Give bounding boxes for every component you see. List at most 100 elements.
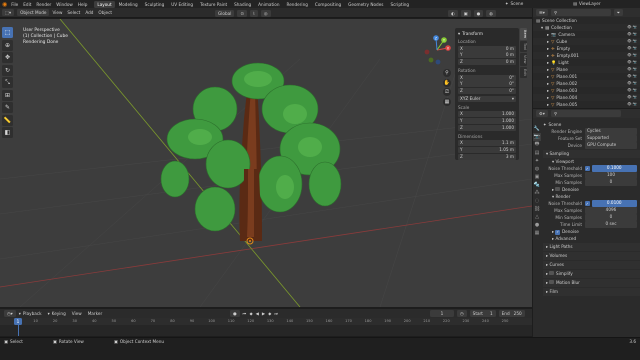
expand-chevron-icon[interactable]: ▸ <box>547 94 549 101</box>
workspace-tab-texture-paint[interactable]: Texture Paint <box>197 1 230 8</box>
outliner-editor-icon[interactable]: ☰▾ <box>536 9 548 16</box>
play-reverse-icon[interactable]: ◀ <box>256 311 259 316</box>
expand-chevron-icon[interactable]: ▸ <box>547 101 549 108</box>
time-limit-field[interactable]: 0 sec <box>585 221 637 228</box>
data-props-icon[interactable]: △ <box>533 213 541 221</box>
menu-keying[interactable]: Keying <box>52 311 66 316</box>
shading-solid-icon[interactable]: ● <box>473 9 484 17</box>
scale-y-field[interactable]: Y 1.000 <box>458 117 516 124</box>
scale-x-field[interactable]: X 1.000 <box>458 111 516 118</box>
tab-edit[interactable]: Edit <box>520 66 527 78</box>
menu-window[interactable]: Window <box>56 2 73 7</box>
navigation-gizmo[interactable]: X Y Z <box>422 35 452 65</box>
viewport-noise-threshold-field[interactable]: 0.1000 <box>591 165 637 172</box>
rotation-y-field[interactable]: Y 0° <box>458 81 516 88</box>
proportional-edit-icon[interactable]: ◎ <box>260 9 271 17</box>
play-icon[interactable]: ▶ <box>262 311 265 316</box>
light-paths-panel[interactable]: ▸ Light Paths <box>543 243 640 251</box>
3d-viewport[interactable]: User Perspective (1) Collection | Cube R… <box>0 19 532 307</box>
snap-icon[interactable]: ⌇ <box>249 9 258 17</box>
rotation-z-field[interactable]: Z 0° <box>458 88 516 95</box>
cursor-icon[interactable]: ⊕ <box>2 39 13 51</box>
simplify-panel[interactable]: ▸ Simplify <box>543 270 640 278</box>
workspace-tab-shading[interactable]: Shading <box>231 1 254 8</box>
workspace-tab-sculpting[interactable]: Sculpting <box>142 1 168 8</box>
blender-logo-icon[interactable]: ◉ <box>2 1 7 8</box>
menu-help[interactable]: Help <box>78 2 88 7</box>
render-max-samples-field[interactable]: 4096 <box>585 207 637 214</box>
orientation-dropdown[interactable]: Global <box>215 9 235 17</box>
location-y-field[interactable]: Y0 m <box>458 52 516 59</box>
outliner-item[interactable]: ▸ ▽ Plane.005 👁 📷 <box>533 101 640 108</box>
outliner-item[interactable]: ▸ ▽ Plane.003 👁 📷 <box>533 87 640 94</box>
outliner-root[interactable]: ▤ Scene Collection <box>533 17 640 24</box>
playhead[interactable]: 1 <box>14 318 22 325</box>
outliner-item[interactable]: ▾ ▤ Collection 👁 📷 <box>533 24 640 31</box>
workspace-tab-animation[interactable]: Animation <box>255 1 282 8</box>
expand-chevron-icon[interactable]: ▸ <box>547 87 549 94</box>
expand-chevron-icon[interactable]: ▸ <box>547 31 549 38</box>
scale-z-field[interactable]: Z 1.000 <box>458 124 516 131</box>
visibility-toggle-icon[interactable]: 👁 📷 <box>627 101 637 108</box>
overlays-icon[interactable]: ◐ <box>448 9 458 17</box>
menu-edit[interactable]: Edit <box>23 2 31 7</box>
visibility-toggle-icon[interactable]: 👁 📷 <box>627 45 637 52</box>
advanced-subpanel[interactable]: ▸ Advanced <box>543 235 640 242</box>
outliner-item[interactable]: ▸ ▽ Plane.001 👁 📷 <box>533 73 640 80</box>
tab-view[interactable]: View <box>520 53 527 66</box>
shading-material-icon[interactable]: ◍ <box>486 9 496 17</box>
outliner-item[interactable]: ▸ 📷 Camera 👁 📷 <box>533 31 640 38</box>
transform-icon[interactable]: ⊞ <box>2 89 13 101</box>
outliner-item[interactable]: ▸ ▽ Cube 👁 📷 <box>533 38 640 45</box>
outliner-item[interactable]: ▸ ▽ Plane 👁 📷 <box>533 66 640 73</box>
workspace-tab-layout[interactable]: Layout <box>94 0 115 8</box>
workspace-tab-modeling[interactable]: Modeling <box>116 1 141 8</box>
mode-dropdown[interactable]: Object Mode <box>17 9 50 16</box>
location-z-field[interactable]: Z0 m <box>458 59 516 66</box>
rotation-x-field[interactable]: X 0° <box>458 74 516 81</box>
pan-hand-icon[interactable]: ✋ <box>443 78 451 87</box>
viewport-subpanel-header[interactable]: ▾ Viewport <box>543 158 640 165</box>
object-props-icon[interactable]: ▣ <box>533 173 541 181</box>
visibility-toggle-icon[interactable]: 👁 📷 <box>627 52 637 59</box>
timeline-editor-icon[interactable]: ◷▾ <box>4 310 16 317</box>
sampling-panel-header[interactable]: ▾ Sampling <box>543 150 640 158</box>
tool-props-icon[interactable]: 🔧 <box>533 125 541 133</box>
constraints-props-icon[interactable]: ⛓ <box>533 205 541 213</box>
add-cube-icon[interactable]: ◧ <box>2 127 13 138</box>
viewport-denoise-subpanel[interactable]: ▸ Denoise <box>543 186 640 193</box>
scale-icon[interactable]: ⤡ <box>2 77 13 88</box>
prev-key-icon[interactable]: ◆ <box>249 311 252 316</box>
expand-chevron-icon[interactable]: ▸ <box>547 52 549 59</box>
tab-tool[interactable]: Tool <box>520 41 527 53</box>
outliner-item[interactable]: ▸ ▽ Plane.002 👁 📷 <box>533 80 640 87</box>
view-layer-selector[interactable]: ▤ ViewLayer <box>573 1 606 6</box>
timeline-track[interactable]: 1102030405060708090100110120130140150160… <box>0 318 532 336</box>
visibility-toggle-icon[interactable]: 👁 📷 <box>627 87 637 94</box>
dimensions-z-field[interactable]: Z3 m <box>458 153 516 160</box>
outliner-search-icon[interactable]: ⚲ <box>550 9 611 16</box>
select-box-icon[interactable]: ⬚ <box>2 27 13 38</box>
expand-chevron-icon[interactable]: ▾ <box>541 24 543 31</box>
modifier-props-icon[interactable]: 🔩 <box>533 181 541 189</box>
outliner-item[interactable]: ▸ ✛ Empty.001 👁 📷 <box>533 52 640 59</box>
jump-end-icon[interactable]: ⏭ <box>274 311 278 316</box>
visibility-toggle-icon[interactable]: 👁 📷 <box>627 38 637 45</box>
menu-add[interactable]: Add <box>85 10 93 15</box>
properties-search-input[interactable]: ⚲ <box>550 110 621 117</box>
xray-icon[interactable]: ▣ <box>460 9 471 17</box>
menu-select[interactable]: Select <box>67 10 80 15</box>
viewport-noise-threshold-checkbox[interactable]: ✓ <box>585 166 590 171</box>
end-frame-field[interactable]: End 250 <box>498 310 525 317</box>
move-icon[interactable]: ✥ <box>2 52 13 63</box>
visibility-toggle-icon[interactable]: 👁 📷 <box>627 80 637 87</box>
location-x-field[interactable]: X0 m <box>458 45 516 52</box>
menu-view-timeline[interactable]: View <box>72 311 82 316</box>
expand-chevron-icon[interactable]: ▸ <box>547 73 549 80</box>
simplify-checkbox[interactable] <box>549 270 554 275</box>
properties-editor-icon[interactable]: ⚙▾ <box>536 110 548 117</box>
render-props-icon[interactable]: 📷 <box>533 133 541 141</box>
render-engine-dropdown[interactable]: Cycles <box>585 128 637 135</box>
visibility-toggle-icon[interactable]: 👁 📷 <box>627 94 637 101</box>
particles-props-icon[interactable]: ⁂ <box>533 189 541 197</box>
